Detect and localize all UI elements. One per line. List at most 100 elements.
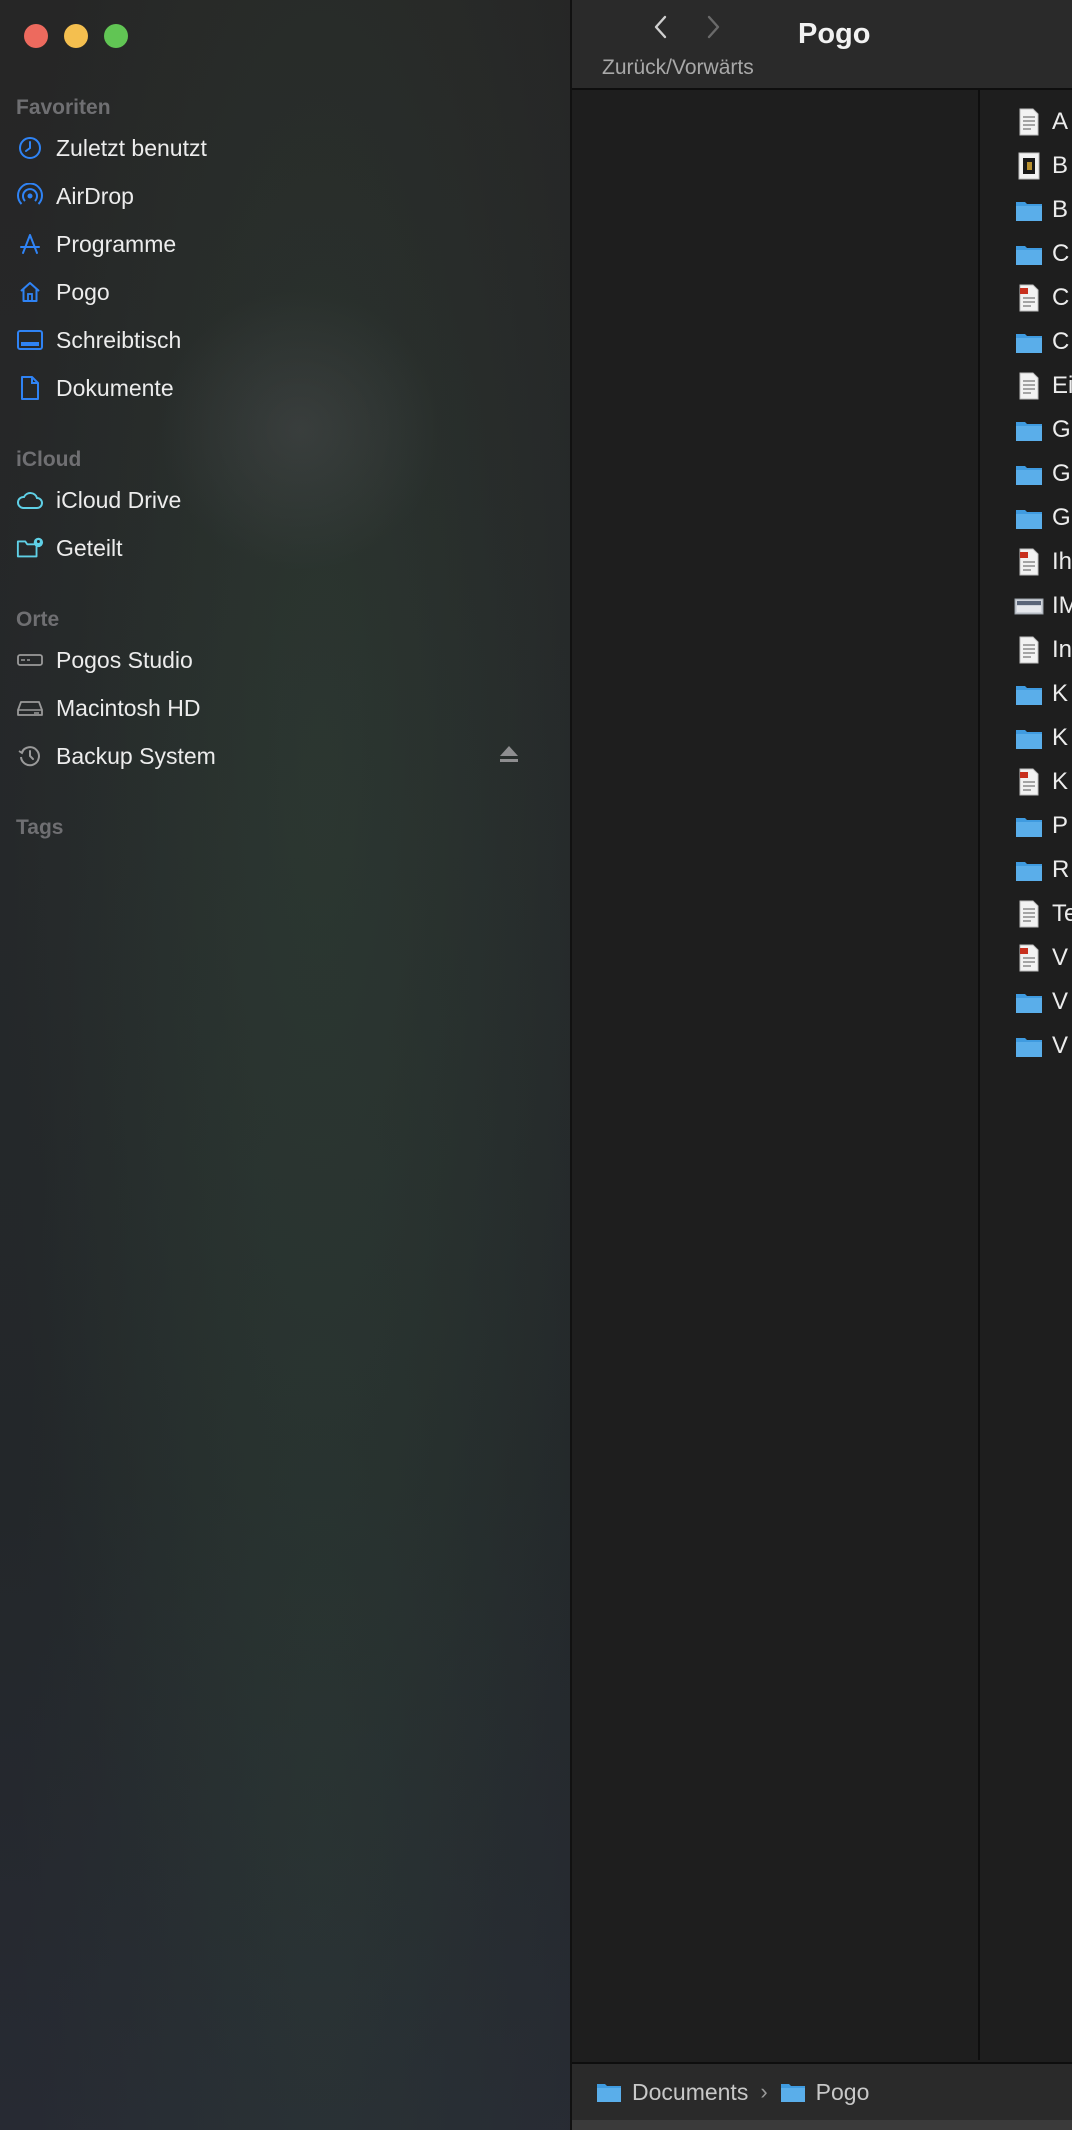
file-row[interactable]: C (1014, 234, 1072, 274)
zoom-window-button[interactable] (104, 24, 128, 48)
cloud-icon (16, 486, 44, 514)
file-row[interactable]: G (1014, 454, 1072, 494)
file-name: C (1052, 240, 1070, 267)
file-name: Te (1052, 900, 1072, 927)
column-divider[interactable] (978, 90, 980, 2060)
sidebar-item-home[interactable]: Pogo (16, 272, 536, 312)
sidebar-item-icloud-drive[interactable]: iCloud Drive (16, 480, 536, 520)
file-name: A (1052, 108, 1069, 135)
file-row[interactable]: B (1014, 190, 1072, 230)
breadcrumb-pogo[interactable]: Pogo (780, 2078, 870, 2106)
file-row[interactable]: IM (1014, 586, 1072, 626)
sidebar-item-documents[interactable]: Dokumente (16, 368, 536, 408)
home-icon (16, 278, 44, 306)
sidebar-item-label: Backup System (56, 742, 216, 769)
file-row[interactable]: Ih (1014, 542, 1072, 582)
pdf-icon (1019, 548, 1039, 576)
file-name: G (1052, 504, 1071, 531)
window-title: Pogo (798, 18, 871, 50)
sidebar-item-shared[interactable]: Geteilt (16, 528, 536, 568)
sidebar-item-label: Pogo (56, 278, 110, 305)
document-icon (1019, 900, 1039, 928)
breadcrumb-separator: › (760, 2079, 768, 2104)
folder-icon (1016, 422, 1042, 441)
file-row[interactable]: K (1014, 762, 1072, 802)
file-row[interactable]: In (1014, 630, 1072, 670)
sidebar-item-programme[interactable]: Programme (16, 224, 536, 264)
minimize-window-button[interactable] (64, 24, 88, 48)
file-name: B (1052, 196, 1069, 223)
file-row[interactable]: R (1014, 850, 1072, 890)
folder-icon (1016, 1038, 1042, 1057)
sidebar-item-recents[interactable]: Zuletzt benutzt (16, 128, 536, 168)
breadcrumb-documents[interactable]: Documents (596, 2079, 748, 2106)
folder-icon (1016, 862, 1042, 881)
file-row[interactable]: Te (1014, 894, 1072, 934)
file-name: K (1052, 724, 1069, 751)
sidebar-item-pogos-studio[interactable]: Pogos Studio (16, 640, 536, 680)
file-row[interactable]: Ei (1014, 366, 1072, 406)
file-name: IM (1052, 592, 1072, 619)
eject-icon[interactable] (498, 744, 522, 768)
file-row[interactable]: C (1014, 278, 1072, 318)
folder-icon (1016, 466, 1042, 485)
document-icon (16, 374, 44, 402)
folder-icon (1016, 246, 1042, 265)
sidebar-item-desktop[interactable]: Schreibtisch (16, 320, 536, 360)
sidebar-item-macintosh-hd[interactable]: Macintosh HD (16, 688, 536, 728)
sidebar-item-label: AirDrop (56, 182, 134, 209)
sidebar-item-label: iCloud Drive (56, 486, 182, 513)
file-row[interactable]: G (1014, 410, 1072, 450)
file-row[interactable]: K (1014, 674, 1072, 714)
forward-button[interactable] (702, 12, 724, 42)
folder-icon (597, 2084, 621, 2102)
folder-icon (1016, 730, 1042, 749)
sidebar-item-label: Zuletzt benutzt (56, 134, 207, 161)
file-name: G (1052, 460, 1071, 487)
document-icon (1019, 636, 1039, 664)
file-row[interactable]: C (1014, 322, 1072, 362)
file-name: B (1052, 152, 1069, 179)
sidebar-item-label: Programme (56, 230, 177, 257)
folder-icon (1016, 510, 1042, 529)
sidebar-item-label: Dokumente (56, 374, 174, 401)
section-title-tags: Tags (16, 816, 64, 839)
disk-icon (16, 694, 44, 722)
horizontal-scrollbar[interactable] (572, 2120, 1072, 2130)
desktop-icon (16, 326, 44, 354)
image-file-icon (1018, 152, 1040, 180)
folder-icon (1016, 334, 1042, 353)
shared-folder-icon (16, 534, 44, 562)
sidebar-item-airdrop[interactable]: AirDrop (16, 176, 536, 216)
file-name: Ih (1052, 548, 1072, 575)
file-name: In (1052, 636, 1072, 663)
pdf-icon (1019, 768, 1039, 796)
section-title-icloud: iCloud (16, 448, 82, 471)
section-title-locations: Orte (16, 608, 60, 631)
sidebar-item-label: Macintosh HD (56, 694, 201, 721)
file-row[interactable]: A (1014, 102, 1072, 142)
back-button[interactable] (650, 12, 672, 42)
file-row[interactable]: V (1014, 1026, 1072, 1066)
sidebar: Favoriten Zuletzt benutzt AirDrop Progra… (0, 0, 572, 2130)
folder-icon (1016, 818, 1042, 837)
file-name: C (1052, 328, 1070, 355)
file-name: V (1052, 1032, 1069, 1059)
file-row[interactable]: V (1014, 938, 1072, 978)
toolbar: Zurück/Vorwärts Pogo (572, 0, 1072, 90)
airdrop-icon (16, 182, 44, 210)
folder-icon (780, 2084, 805, 2102)
file-row[interactable]: B (1014, 146, 1072, 186)
file-row[interactable]: G (1014, 498, 1072, 538)
breadcrumb-label: Pogo (815, 2078, 870, 2105)
file-row[interactable]: K (1014, 718, 1072, 758)
file-name: V (1052, 988, 1069, 1015)
sidebar-item-backup-system[interactable]: Backup System (16, 736, 536, 776)
close-window-button[interactable] (24, 24, 48, 48)
file-row[interactable]: P (1014, 806, 1072, 846)
sidebar-item-label: Schreibtisch (56, 326, 182, 353)
file-name: R (1052, 856, 1070, 883)
pdf-icon (1019, 944, 1039, 972)
file-row[interactable]: V (1014, 982, 1072, 1022)
folder-icon (1016, 202, 1042, 221)
